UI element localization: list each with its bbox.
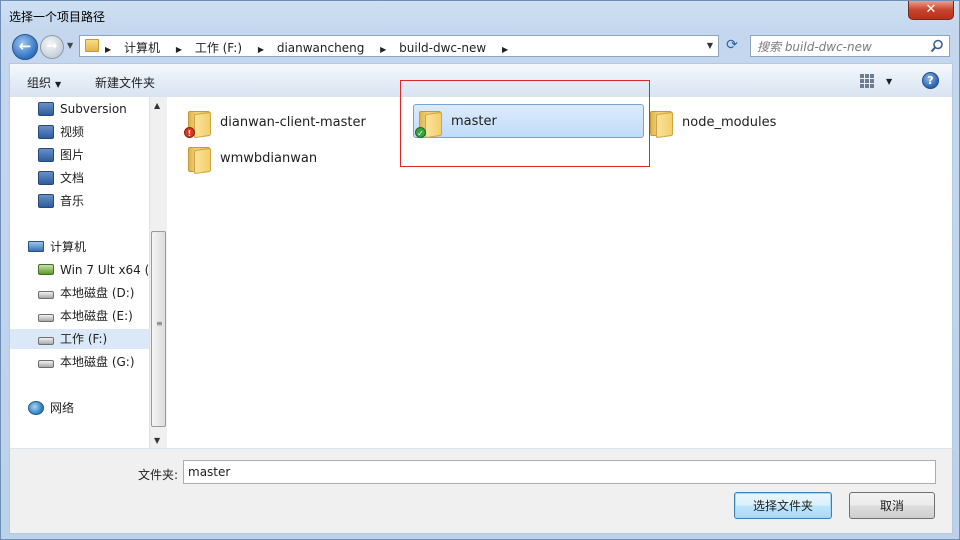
- nav-item-label: 音乐: [60, 194, 85, 208]
- nav-item-pictures[interactable]: 图片: [38, 145, 167, 165]
- search-box[interactable]: [750, 35, 950, 57]
- breadcrumb-item[interactable]: dianwancheng: [277, 41, 365, 55]
- scroll-up-icon[interactable]: ▲: [154, 101, 160, 110]
- folder-item-selected[interactable]: ✓ master: [413, 104, 644, 139]
- address-bar[interactable]: ▶ 计算机 ▶ 工作 (F:) ▶ dianwancheng ▶ build-d…: [79, 35, 719, 57]
- toolbar: 组织 ▼ 新建文件夹 ▼ ?: [9, 63, 953, 97]
- svn-conflict-badge-icon: !: [184, 127, 195, 138]
- nav-item-videos[interactable]: 视频: [38, 122, 167, 142]
- scroll-thumb[interactable]: ≡: [151, 231, 166, 427]
- nav-item-label: 本地磁盘 (G:): [60, 355, 135, 369]
- breadcrumb: ▶ 计算机 ▶ 工作 (F:) ▶ dianwancheng ▶ build-d…: [105, 39, 517, 56]
- nav-item-drive-e[interactable]: 本地磁盘 (E:): [38, 306, 167, 326]
- window-title: 选择一个项目路径: [9, 10, 106, 24]
- folder-item[interactable]: ! dianwan-client-master: [184, 105, 407, 139]
- nav-item-drive-d[interactable]: 本地磁盘 (D:): [38, 283, 167, 303]
- nav-item-label: 本地磁盘 (E:): [60, 309, 133, 323]
- network-icon: [28, 400, 44, 415]
- nav-item-computer[interactable]: 计算机: [28, 237, 167, 257]
- organize-label: 组织: [27, 76, 52, 90]
- nav-item-drive-g[interactable]: 本地磁盘 (G:): [38, 352, 167, 372]
- drive-icon: [38, 290, 54, 299]
- breadcrumb-item[interactable]: 计算机: [124, 39, 160, 56]
- svn-ok-badge-icon: ✓: [415, 127, 426, 138]
- dialog-window: 选择一个项目路径 ✕ ← → ▼ ▶ 计算机 ▶ 工作 (F:) ▶ dianw…: [0, 0, 960, 540]
- library-icon: [38, 170, 54, 185]
- refresh-icon[interactable]: ⟳: [721, 35, 743, 57]
- drive-icon: [38, 313, 54, 322]
- nav-item-label: 计算机: [50, 240, 87, 254]
- chevron-down-icon[interactable]: ▼: [707, 41, 713, 50]
- view-grid-icon[interactable]: [860, 74, 874, 88]
- breadcrumb-chevron-icon[interactable]: ▶: [105, 45, 111, 54]
- new-folder-button[interactable]: 新建文件夹: [95, 74, 155, 91]
- recent-pages-dropdown[interactable]: ▼: [67, 41, 77, 51]
- nav-item-label: 网络: [50, 401, 75, 415]
- system-drive-icon: [38, 264, 54, 275]
- breadcrumb-chevron-icon[interactable]: ▶: [258, 45, 264, 54]
- folder-item[interactable]: wmwbdianwan: [187, 141, 387, 175]
- breadcrumb-item[interactable]: 工作 (F:): [195, 39, 242, 56]
- grip-icon: ≡: [156, 319, 163, 328]
- nav-item-label: 文档: [60, 171, 85, 185]
- nav-item-drive-f[interactable]: 工作 (F:): [10, 329, 150, 349]
- close-button[interactable]: ✕: [908, 1, 954, 20]
- search-input[interactable]: [757, 39, 922, 54]
- nav-item-label: 本地磁盘 (D:): [60, 286, 135, 300]
- search-icon[interactable]: [930, 39, 944, 53]
- nav-item-label: 图片: [60, 148, 85, 162]
- cancel-button[interactable]: 取消: [849, 492, 935, 519]
- forward-button[interactable]: →: [40, 35, 64, 59]
- nav-item-label: 工作 (F:): [60, 332, 108, 346]
- nav-item-label: 视频: [60, 125, 85, 139]
- folder-icon: [187, 143, 213, 175]
- select-folder-button[interactable]: 选择文件夹: [734, 492, 832, 519]
- folder-name: master: [451, 114, 497, 129]
- breadcrumb-chevron-icon[interactable]: ▶: [502, 45, 508, 54]
- chevron-down-icon[interactable]: ▼: [886, 77, 892, 86]
- folder-icon: !: [184, 107, 213, 139]
- drive-icon: [38, 336, 54, 345]
- nav-item-drive-c[interactable]: Win 7 Ult x64 (C: [38, 260, 167, 280]
- file-list: ! dianwan-client-master ✓ master node_mo…: [167, 97, 953, 448]
- nav-item-subversion[interactable]: Subversion: [38, 99, 167, 119]
- breadcrumb-item[interactable]: build-dwc-new: [399, 41, 486, 55]
- library-icon: [38, 193, 54, 208]
- computer-icon: [28, 241, 44, 252]
- scroll-down-icon[interactable]: ▼: [154, 436, 160, 445]
- folder-icon: [85, 39, 99, 52]
- chevron-down-icon: ▼: [55, 80, 62, 89]
- breadcrumb-chevron-icon[interactable]: ▶: [380, 45, 386, 54]
- nav-item-label: Win 7 Ult x64 (C: [60, 263, 158, 277]
- help-icon[interactable]: ?: [922, 72, 939, 89]
- folder-icon: ✓: [415, 107, 444, 139]
- nav-item-documents[interactable]: 文档: [38, 168, 167, 188]
- drive-icon: [38, 359, 54, 368]
- nav-item-label: Subversion: [60, 102, 127, 116]
- folder-name: dianwan-client-master: [220, 115, 366, 130]
- nav-item-network[interactable]: 网络: [28, 398, 167, 418]
- nav-scrollbar[interactable]: ▲ ≡ ▼: [149, 97, 167, 448]
- folder-item[interactable]: node_modules: [649, 105, 809, 139]
- library-icon: [38, 124, 54, 139]
- library-icon: [38, 101, 54, 116]
- address-row: ← → ▼ ▶ 计算机 ▶ 工作 (F:) ▶ dianwancheng ▶ b…: [1, 31, 960, 63]
- library-icon: [38, 147, 54, 162]
- navigation-pane: Subversion 视频 图片 文档 音乐 计算机 Win 7 Ult x64…: [9, 97, 167, 448]
- breadcrumb-chevron-icon[interactable]: ▶: [176, 45, 182, 54]
- folder-name: node_modules: [682, 115, 777, 130]
- folder-label: 文件夹:: [138, 468, 179, 482]
- folder-name-input[interactable]: [183, 460, 936, 484]
- folder-name: wmwbdianwan: [220, 151, 318, 166]
- organize-button[interactable]: 组织 ▼: [27, 74, 61, 91]
- title-bar: 选择一个项目路径 ✕: [1, 1, 960, 31]
- back-button[interactable]: ←: [12, 34, 38, 60]
- folder-icon: [649, 107, 675, 139]
- nav-item-music[interactable]: 音乐: [38, 191, 167, 211]
